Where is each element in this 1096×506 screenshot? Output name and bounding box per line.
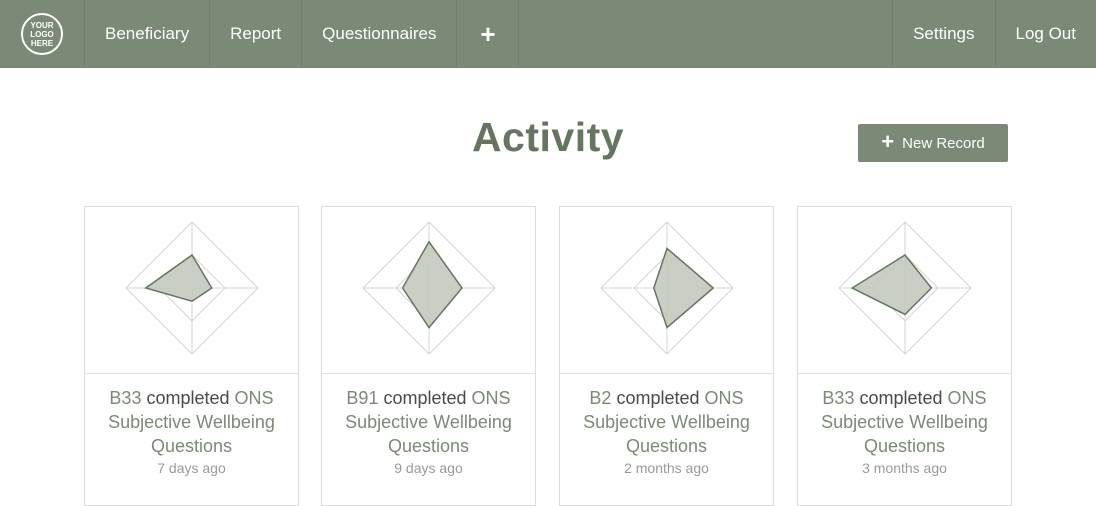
- plus-icon: +: [881, 131, 894, 153]
- top-navbar: YOUR LOGO HERE Beneficiary Report Questi…: [0, 0, 1096, 68]
- activity-verb: completed: [859, 388, 942, 408]
- plus-icon: +: [480, 19, 495, 50]
- activity-time: 9 days ago: [322, 460, 535, 476]
- radar-chart: [798, 207, 1011, 373]
- nav-settings[interactable]: Settings: [893, 0, 995, 68]
- radar-data-shape: [146, 255, 212, 301]
- activity-card[interactable]: B2 completed ONS Subjective Wellbeing Qu…: [559, 206, 774, 506]
- radar-chart: [85, 207, 298, 373]
- activity-caption: B33 completed ONS Subjective Wellbeing Q…: [798, 374, 1011, 458]
- radar-data-shape: [403, 242, 462, 328]
- nav-beneficiary[interactable]: Beneficiary: [85, 0, 210, 68]
- beneficiary-id: B91: [346, 388, 378, 408]
- radar-chart-area: [85, 207, 298, 374]
- activity-time: 2 months ago: [560, 460, 773, 476]
- activity-verb: completed: [383, 388, 466, 408]
- activity-caption: B2 completed ONS Subjective Wellbeing Qu…: [560, 374, 773, 458]
- new-record-button[interactable]: + New Record: [858, 124, 1008, 162]
- radar-chart: [322, 207, 535, 373]
- activity-card[interactable]: B91 completed ONS Subjective Wellbeing Q…: [321, 206, 536, 506]
- activity-caption: B33 completed ONS Subjective Wellbeing Q…: [85, 374, 298, 458]
- nav-questionnaires[interactable]: Questionnaires: [302, 0, 457, 68]
- radar-chart-area: [560, 207, 773, 374]
- nav-logout[interactable]: Log Out: [996, 0, 1096, 68]
- logo-link[interactable]: YOUR LOGO HERE: [0, 0, 85, 68]
- radar-data-shape: [654, 248, 713, 327]
- activity-verb: completed: [616, 388, 699, 408]
- beneficiary-id: B2: [589, 388, 611, 408]
- activity-time: 7 days ago: [85, 460, 298, 476]
- activity-card[interactable]: B33 completed ONS Subjective Wellbeing Q…: [84, 206, 299, 506]
- nav-spacer: [519, 0, 893, 68]
- radar-data-shape: [852, 255, 931, 314]
- activity-caption: B91 completed ONS Subjective Wellbeing Q…: [322, 374, 535, 458]
- logo: YOUR LOGO HERE: [21, 13, 63, 55]
- nav-add-button[interactable]: +: [457, 0, 519, 68]
- nav-report[interactable]: Report: [210, 0, 302, 68]
- radar-chart-area: [798, 207, 1011, 374]
- activity-verb: completed: [146, 388, 229, 408]
- activity-time: 3 months ago: [798, 460, 1011, 476]
- radar-chart-area: [322, 207, 535, 374]
- radar-chart: [560, 207, 773, 373]
- beneficiary-id: B33: [822, 388, 854, 408]
- new-record-label: New Record: [902, 135, 985, 152]
- beneficiary-id: B33: [109, 388, 141, 408]
- activity-card[interactable]: B33 completed ONS Subjective Wellbeing Q…: [797, 206, 1012, 506]
